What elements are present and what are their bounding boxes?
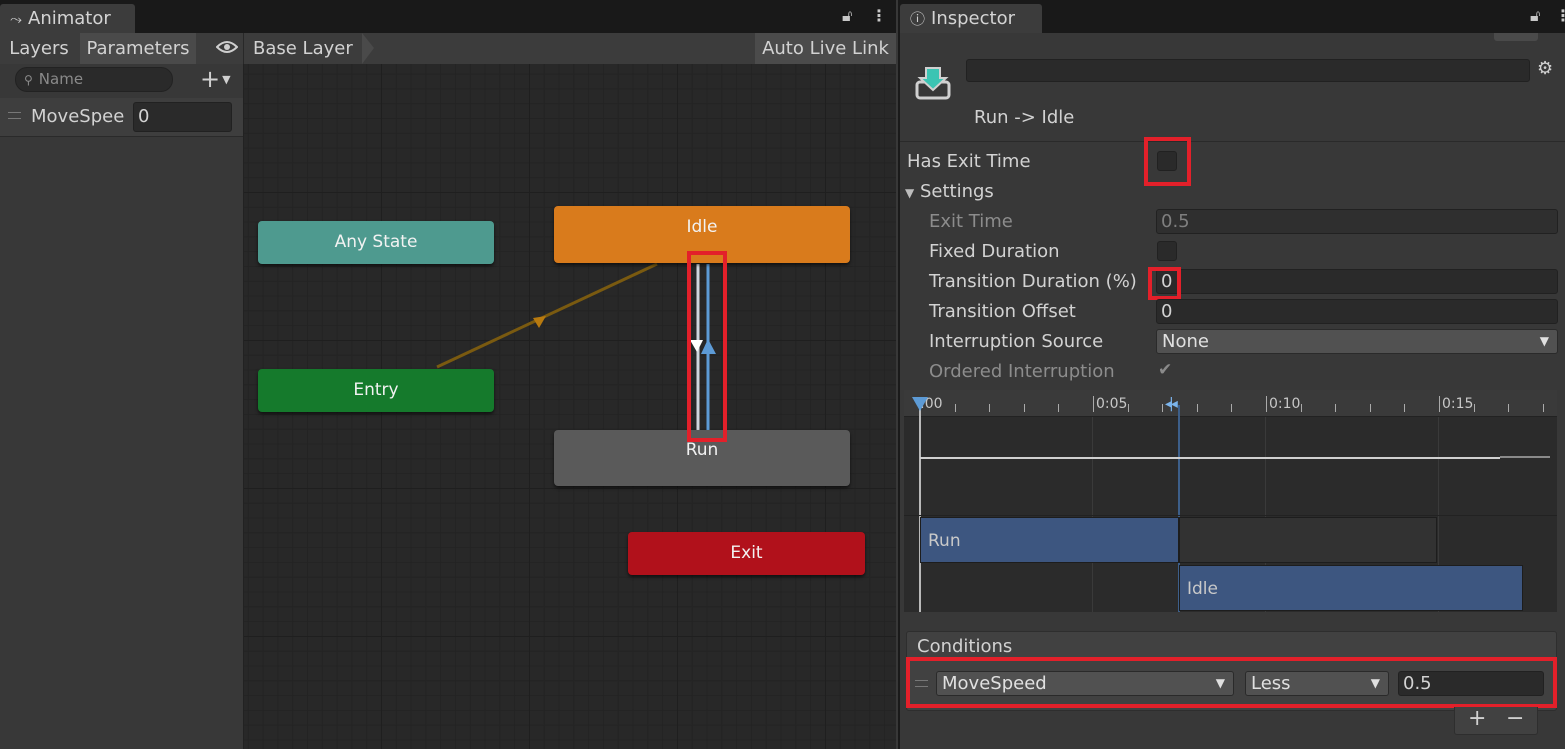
conditions-label: Conditions (917, 636, 1013, 657)
inspector-lock-icon[interactable]: 🔓︎ (1530, 6, 1540, 26)
fixed-duration-label: Fixed Duration (929, 241, 1060, 262)
highlight-has-exit-time (1144, 137, 1191, 186)
minor-tick (989, 404, 991, 412)
highlight-transition-duration (1148, 267, 1181, 300)
playhead-line (919, 405, 921, 612)
weight-curve-end (1500, 456, 1550, 458)
interruption-source-dropdown[interactable]: None ▼ (1156, 329, 1558, 354)
animator-window: ⤳ Animator 🔓︎ ⋮ Layers Parameters Base La… (0, 0, 896, 749)
exit-node[interactable]: Exit (628, 532, 865, 575)
minor-tick (954, 404, 956, 412)
has-exit-time-label: Has Exit Time (907, 151, 1031, 172)
remove-condition-button[interactable]: − (1506, 706, 1524, 731)
info-icon: ⓘ (910, 10, 926, 28)
minor-tick (1058, 404, 1060, 412)
inspector-tab-label: Inspector (931, 8, 1015, 29)
highlight-condition-row (906, 657, 1557, 708)
settings-foldout[interactable]: ▼ Settings (905, 181, 994, 202)
minor-tick (1508, 404, 1510, 412)
interruption-source-label: Interruption Source (929, 331, 1104, 352)
minor-tick (1231, 404, 1233, 412)
minor-tick (1162, 404, 1164, 412)
highlight-transition-box (687, 251, 727, 442)
minor-tick (1023, 404, 1025, 412)
transition-offset-field[interactable]: 0 (1156, 299, 1558, 324)
from-state-bar-tail (1179, 517, 1437, 563)
exit-time-field[interactable]: 0.5 (1156, 209, 1558, 234)
inspector-tab[interactable]: ⓘ Inspector (900, 4, 1042, 33)
conditions-footer (1454, 707, 1538, 735)
minor-tick (1196, 404, 1198, 412)
transition-title: Run -> Idle (974, 107, 1075, 128)
checkmark-icon[interactable]: ✔ (1158, 360, 1172, 380)
divider (900, 141, 1565, 142)
exit-time-label: Exit Time (929, 211, 1013, 232)
minor-tick (1473, 404, 1475, 412)
minor-tick (1369, 404, 1371, 412)
gear-icon[interactable]: ⚙ (1537, 58, 1553, 79)
from-state-bar[interactable]: Run (920, 517, 1179, 563)
timeline-divider (904, 515, 1557, 516)
weight-curve (920, 457, 1500, 459)
fixed-duration-checkbox[interactable] (1157, 241, 1177, 261)
transition-name-field[interactable] (966, 59, 1530, 82)
minor-tick (1542, 404, 1544, 412)
transition-offset-label: Transition Offset (929, 301, 1076, 322)
any-state-node[interactable]: Any State (258, 221, 494, 264)
interruption-source-value: None (1162, 331, 1209, 352)
ordered-interruption-label: Ordered Interruption (929, 361, 1115, 382)
chevron-down-icon: ▼ (1539, 334, 1549, 348)
inspector-more-icon[interactable]: ⋮ (1555, 6, 1565, 25)
foldout-arrow-icon: ▼ (905, 186, 915, 200)
transition-duration-field[interactable]: 0 (1156, 269, 1558, 294)
settings-label: Settings (919, 181, 994, 202)
transition-asset-icon (915, 66, 951, 102)
minor-tick (1127, 404, 1129, 412)
minor-tick (1335, 404, 1337, 412)
tick-label-15: 0:15 (1439, 396, 1473, 412)
minor-tick (1300, 404, 1302, 412)
entry-node[interactable]: Entry (258, 369, 494, 412)
add-condition-button[interactable]: + (1468, 706, 1486, 731)
collapse-button[interactable] (1494, 33, 1538, 41)
to-state-bar[interactable]: Idle (1179, 565, 1523, 611)
minor-tick (1404, 404, 1406, 412)
entry-to-idle-transition[interactable] (436, 262, 658, 369)
transition-duration-label: Transition Duration (%) (929, 271, 1137, 292)
transition-handle-icon[interactable]: ◂|◂ (1165, 396, 1178, 412)
tick-label-5: 0:05 (1093, 396, 1127, 412)
playhead-marker-icon[interactable] (912, 397, 928, 411)
tick-label-10: 0:10 (1266, 396, 1300, 412)
